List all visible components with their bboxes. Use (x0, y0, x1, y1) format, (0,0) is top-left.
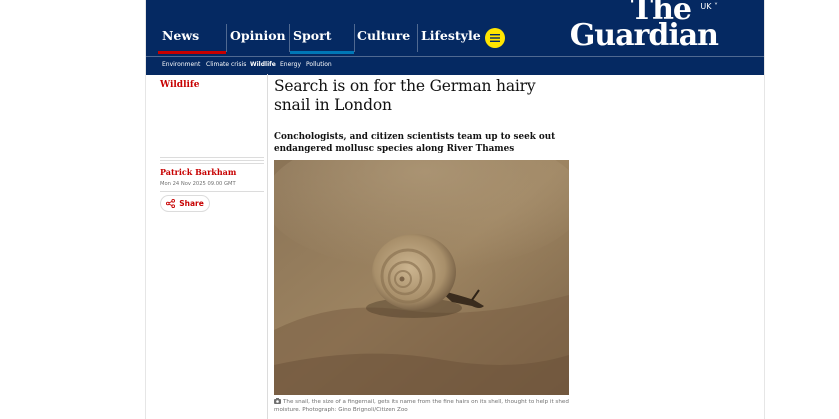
nav-news-underline (158, 51, 226, 54)
section-label[interactable]: Wildlife (160, 80, 200, 90)
nav-divider (354, 24, 355, 52)
nav-lifestyle[interactable]: Lifestyle (421, 28, 481, 43)
masthead: News Opinion Sport Culture Lifestyle UK … (146, 0, 764, 56)
column-divider (267, 74, 268, 419)
nav-divider (226, 24, 227, 52)
nav-sport[interactable]: Sport (293, 28, 331, 43)
share-button[interactable]: Share (160, 195, 210, 212)
nav-sport-underline (290, 51, 354, 54)
menu-button[interactable] (485, 28, 505, 48)
camera-icon (274, 398, 281, 404)
nav-opinion[interactable]: Opinion (230, 28, 286, 43)
snail-image (274, 160, 569, 395)
nav-culture[interactable]: Culture (357, 28, 410, 43)
meta-divider (160, 157, 264, 166)
meta-rule (160, 191, 264, 192)
nav-divider (417, 24, 418, 52)
subnav-pollution[interactable]: Pollution (306, 61, 332, 68)
subnav-environment[interactable]: Environment (162, 61, 200, 68)
logo-guardian: Guardian (569, 17, 719, 53)
subnav-wildlife[interactable]: Wildlife (250, 61, 276, 68)
photo-caption: The snail, the size of a fingernail, get… (274, 398, 574, 414)
page-frame: News Opinion Sport Culture Lifestyle UK … (145, 0, 765, 419)
nav-divider (289, 24, 290, 52)
guardian-logo[interactable]: The Guardian (569, 0, 719, 53)
subnav: Environment Climate crisis Wildlife Ener… (146, 56, 764, 75)
caption-text: The snail, the size of a fingernail, get… (274, 399, 569, 413)
nav-news[interactable]: News (162, 28, 199, 43)
subnav-climate-crisis[interactable]: Climate crisis (206, 61, 246, 68)
author-byline[interactable]: Patrick Barkham (160, 167, 236, 177)
share-icon (166, 199, 176, 208)
subnav-energy[interactable]: Energy (280, 61, 301, 68)
share-label: Share (179, 199, 204, 208)
snail-photo (274, 160, 569, 395)
article-standfirst: Conchologists, and citizen scientists te… (274, 132, 556, 154)
publish-date: Mon 24 Nov 2025 09.00 GMT (160, 181, 236, 187)
hamburger-icon (490, 34, 500, 42)
article-headline: Search is on for the German hairy snail … (274, 77, 536, 114)
